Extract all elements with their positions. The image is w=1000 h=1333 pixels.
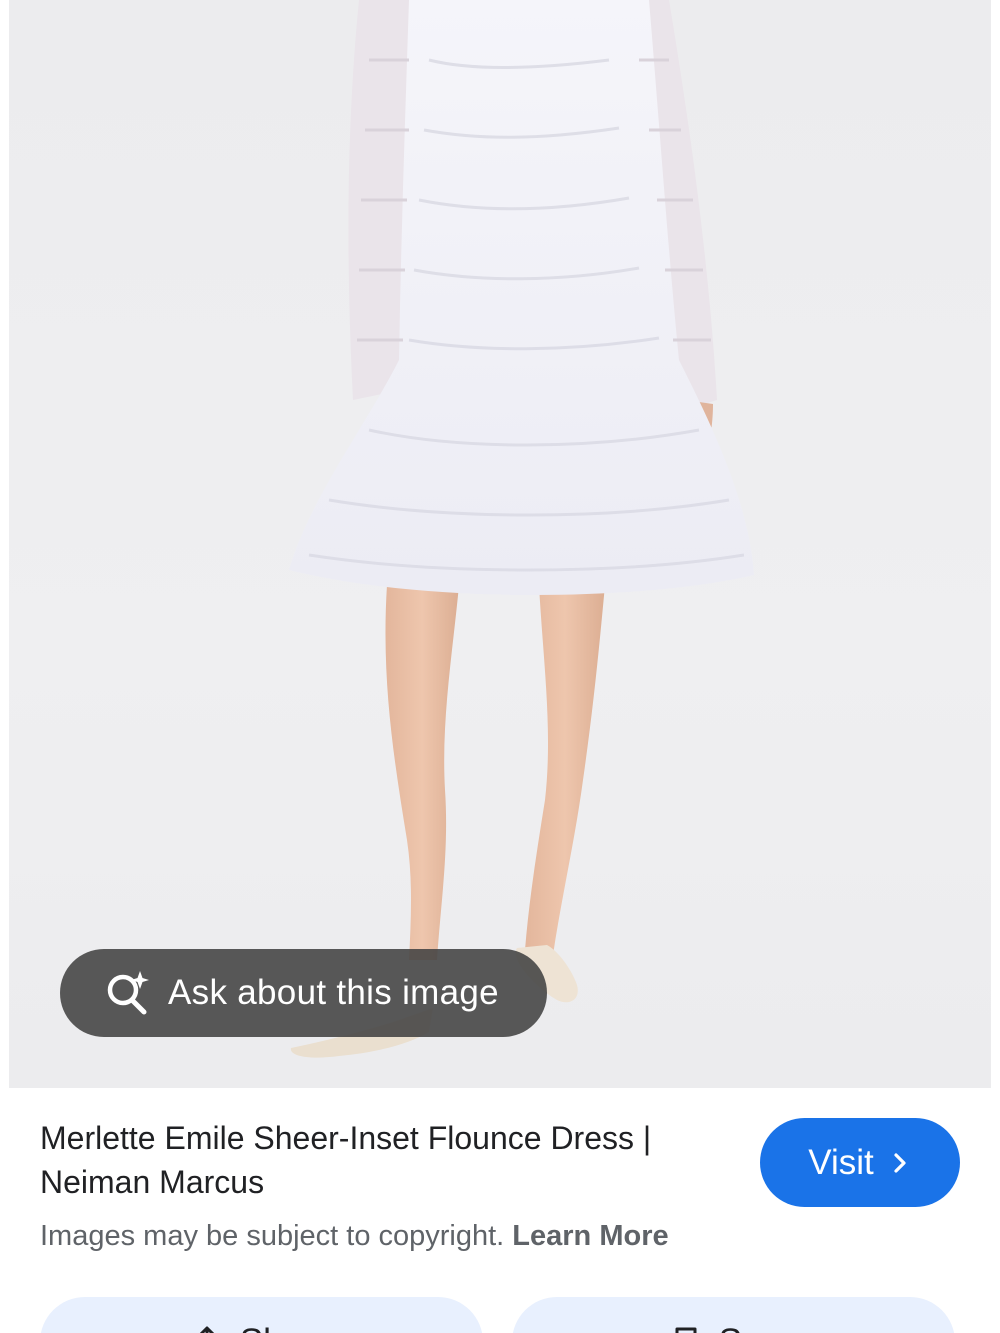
ask-about-image-label: Ask about this image (168, 973, 499, 1012)
share-button[interactable]: Share (40, 1297, 483, 1333)
product-photo[interactable] (9, 0, 991, 1088)
dress-illustration (289, 0, 754, 1058)
share-label: Share (240, 1322, 333, 1333)
chevron-right-icon (894, 1152, 906, 1173)
learn-more-link[interactable]: Learn More (512, 1220, 668, 1252)
share-icon (199, 1326, 214, 1333)
left-leg (385, 585, 459, 960)
copyright-notice: Images may be subject to copyright. Lear… (40, 1220, 669, 1253)
result-info-panel: Merlette Emile Sheer-Inset Flounce Dress… (0, 1088, 1000, 1333)
result-title[interactable]: Merlette Emile Sheer-Inset Flounce Dress… (40, 1116, 740, 1204)
visit-label: Visit (808, 1142, 874, 1182)
bookmark-icon (675, 1327, 697, 1333)
lens-sparkle-icon (107, 971, 149, 1015)
save-label: Save (719, 1322, 799, 1333)
visit-button[interactable]: Visit (760, 1118, 960, 1207)
copyright-text: Images may be subject to copyright. (40, 1220, 505, 1252)
image-viewer-page: Ask about this image Merlette Emile Shee… (0, 0, 1000, 1333)
right-leg (525, 585, 605, 955)
save-button[interactable]: Save (512, 1297, 955, 1333)
ask-about-image-button[interactable]: Ask about this image (60, 949, 547, 1037)
image-preview: Ask about this image (0, 0, 1000, 1088)
